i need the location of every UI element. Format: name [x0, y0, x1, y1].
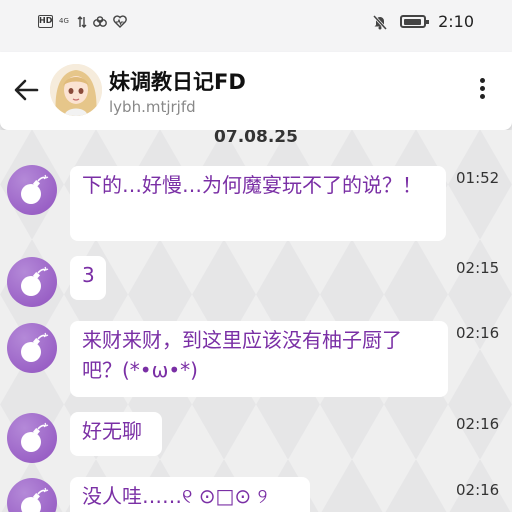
- bomb-icon: [21, 174, 49, 204]
- chat-subtitle: lybh.mtjrjfd: [109, 98, 196, 116]
- sender-avatar[interactable]: [7, 413, 57, 463]
- message-bubble[interactable]: 3: [70, 256, 106, 300]
- message-bubble[interactable]: 下的…好慢…为何魔宴玩不了的说？！: [70, 166, 446, 241]
- message-time: 02:16: [456, 415, 500, 433]
- heart-icon: [113, 15, 127, 28]
- sender-avatar[interactable]: [7, 257, 57, 307]
- message-time: 02:16: [456, 324, 500, 342]
- more-vertical-icon[interactable]: [476, 76, 488, 104]
- message-list[interactable]: 07.08.25 下的…好慢…为何魔宴玩不了的说？！ 01:52 3 02:15…: [0, 130, 512, 512]
- sender-avatar[interactable]: [7, 478, 57, 512]
- battery-icon: [400, 15, 430, 28]
- status-time: 2:10: [438, 12, 474, 31]
- message-text: 好无聊: [82, 419, 142, 443]
- status-left-icons: HD 4G: [38, 15, 127, 28]
- bomb-icon: [21, 422, 49, 452]
- status-bar: HD 4G 2:10: [0, 0, 512, 52]
- avatar-image[interactable]: [50, 64, 102, 116]
- sender-avatar[interactable]: [7, 165, 57, 215]
- hd-icon: HD: [38, 15, 53, 28]
- bomb-icon: [21, 332, 49, 362]
- data-arrows-icon: [77, 15, 87, 28]
- status-right-icons: 2:10: [372, 12, 474, 31]
- message-time: 02:15: [456, 259, 500, 277]
- date-separator: 07.08.25: [214, 130, 298, 147]
- message-bubble[interactable]: 好无聊: [70, 412, 162, 456]
- message-text: 下的…好慢…为何魔宴玩不了的说？！: [82, 173, 422, 197]
- chat-title: 妹调教日记FD: [109, 70, 246, 94]
- sender-avatar[interactable]: [7, 323, 57, 373]
- message-text: 来财来财，到这里应该没有柚子厨了吧？(*•ω•*): [82, 328, 402, 382]
- message-bubble[interactable]: 来财来财，到这里应该没有柚子厨了吧？(*•ω•*): [70, 321, 448, 397]
- signal-icon: 4G: [59, 17, 69, 25]
- message-text: 3: [82, 263, 95, 287]
- message-time: 02:16: [456, 481, 500, 499]
- message-time: 01:52: [456, 169, 500, 187]
- chat-header: 妹调教日记FD lybh.mtjrjfd: [0, 52, 512, 130]
- bomb-icon: [21, 487, 49, 512]
- back-arrow-icon[interactable]: [12, 76, 40, 104]
- message-text: 没人哇……୧ ⊙□⊙ ୨: [82, 484, 268, 508]
- message-bubble[interactable]: 没人哇……୧ ⊙□⊙ ୨: [70, 477, 310, 512]
- bomb-icon: [21, 266, 49, 296]
- mute-bell-icon: [372, 14, 388, 30]
- app-notification-icon: [93, 15, 107, 27]
